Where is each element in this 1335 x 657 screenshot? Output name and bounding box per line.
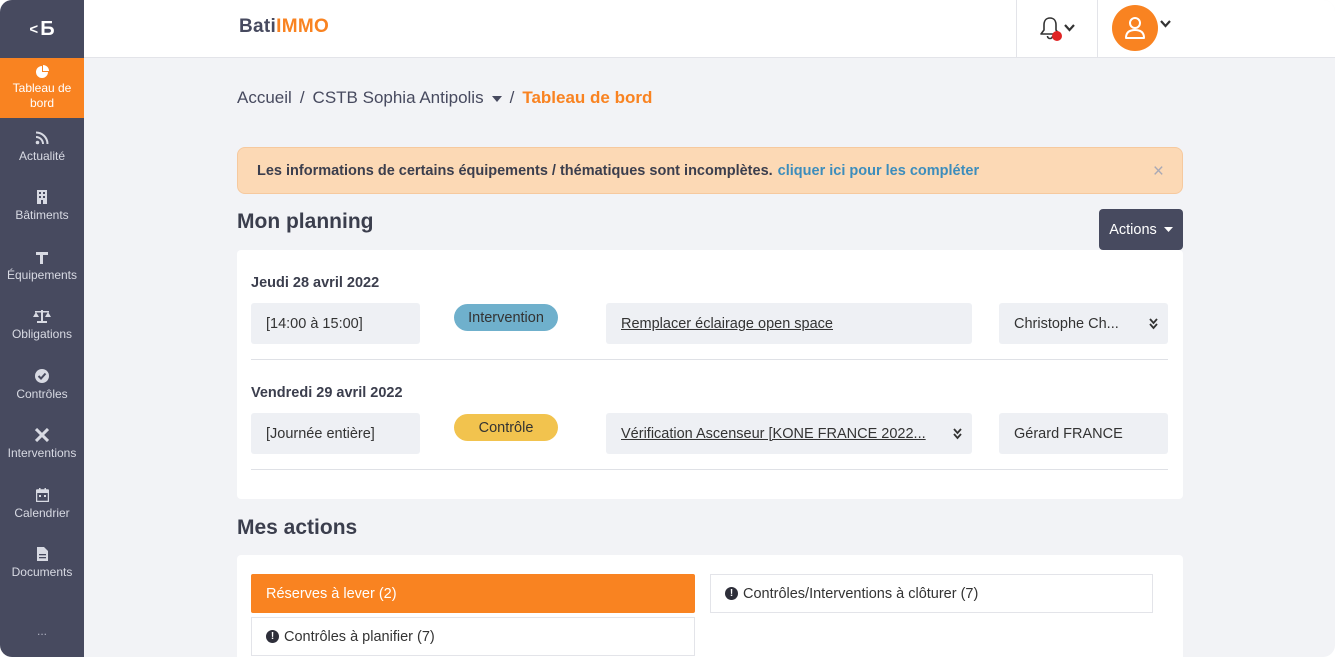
sidebar-item-label: Interventions (7, 446, 77, 461)
document-icon (36, 547, 48, 562)
tools-icon (35, 428, 49, 443)
planning-day-date: Jeudi 28 avril 2022 (251, 275, 380, 291)
breadcrumb-separator: / (509, 88, 515, 107)
building-icon (37, 190, 47, 205)
sidebar-item-label: Obligations (11, 327, 73, 342)
planning-time: [14:00 à 15:00] (251, 303, 420, 344)
sidebar-item-label: Contrôles (16, 386, 68, 401)
actions-label: Actions (1109, 221, 1157, 238)
planning-task-link[interactable]: Remplacer éclairage open space (606, 303, 972, 344)
equipment-icon (36, 251, 48, 264)
planning-card: Jeudi 28 avril 2022 [14:00 à 15:00] Inte… (237, 250, 1183, 499)
planning-assignee: Gérard FRANCE (999, 413, 1168, 454)
sidebar-item-interventions[interactable]: Interventions (0, 415, 84, 475)
intervention-badge: Intervention (454, 304, 558, 331)
header-divider (1016, 0, 1017, 58)
sidebar-item-label: Documents (11, 565, 73, 580)
exclamation-circle-icon: ! (725, 587, 738, 600)
top-header: BatiIMMO (84, 0, 1335, 58)
brand-part1: Bati (239, 16, 277, 37)
balance-scale-icon (33, 310, 51, 324)
sidebar-item-label: Équipements (6, 267, 78, 282)
sidebar-item-label: Bâtiments (15, 208, 69, 223)
sidebar-item-calendrier[interactable]: Calendrier (0, 475, 84, 535)
brand-part2: IMMO (276, 16, 330, 37)
row-divider (251, 359, 1168, 360)
notifications-button[interactable] (1038, 16, 1078, 44)
mes-actions-title: Mes actions (237, 516, 358, 539)
notification-dot (1052, 31, 1062, 41)
sidebar-item-label: Tableau de bord (12, 80, 72, 110)
caret-down-icon[interactable] (491, 95, 502, 102)
planning-title: Mon planning (237, 210, 374, 233)
close-icon[interactable]: × (1153, 161, 1164, 183)
chevrons-down-icon (1149, 318, 1158, 330)
rss-icon (35, 131, 49, 145)
tab-reserves-a-lever[interactable]: Réserves à lever (2) (251, 574, 695, 613)
planning-assignee-select[interactable]: Christophe Ch... (999, 303, 1168, 344)
assignee-name: Christophe Ch... (1014, 315, 1119, 332)
user-icon (1125, 17, 1145, 39)
sidebar-item-tableau-de-bord[interactable]: Tableau de bord (0, 58, 84, 118)
sidebar-more[interactable]: ... (0, 616, 84, 646)
alert-complete-link[interactable]: cliquer ici pour les compléter (778, 163, 979, 179)
planning-task-select[interactable]: Vérification Ascenseur [KONE FRANCE 2022… (606, 413, 972, 454)
exclamation-circle-icon: ! (266, 630, 279, 643)
brand-logo[interactable]: BatiIMMO (239, 16, 329, 38)
app-frame: < Б Tableau de bord Actualité Bâtiments … (0, 0, 1335, 657)
alert-text: Les informations de certains équipements… (257, 162, 773, 179)
sidebar-item-controles[interactable]: Contrôles (0, 356, 84, 416)
sidebar-item-documents[interactable]: Documents (0, 534, 84, 594)
check-circle-icon (35, 368, 49, 383)
planning-task-link[interactable]: Vérification Ascenseur [KONE FRANCE 2022… (621, 426, 926, 442)
pie-chart-icon (36, 64, 49, 78)
sidebar-item-batiments[interactable]: Bâtiments (0, 177, 84, 237)
calendar-icon (35, 487, 49, 502)
sidebar-item-actualite[interactable]: Actualité (0, 118, 84, 178)
planning-time: [Journée entière] (251, 413, 420, 454)
breadcrumb-site[interactable]: CSTB Sophia Antipolis (313, 88, 484, 107)
user-avatar[interactable] (1112, 5, 1158, 51)
mes-actions-card: Réserves à lever (2) ! Contrôles/Interve… (237, 555, 1183, 657)
tab-label: Contrôles à planifier (7) (284, 628, 435, 645)
sidebar-item-equipements[interactable]: Équipements (0, 237, 84, 297)
tab-controles-a-planifier[interactable]: ! Contrôles à planifier (7) (251, 617, 695, 656)
caret-down-icon (1163, 227, 1173, 232)
sidebar: < Б Tableau de bord Actualité Bâtiments … (0, 0, 84, 657)
chevron-left-icon: < (29, 20, 39, 38)
breadcrumb: Accueil / CSTB Sophia Antipolis / Tableau de… (237, 88, 652, 108)
chevrons-down-icon (953, 428, 962, 440)
breadcrumb-home[interactable]: Accueil (237, 88, 292, 107)
sidebar-item-label: Calendrier (14, 505, 70, 520)
tab-label: Contrôles/Interventions à clôturer (7) (743, 585, 979, 602)
user-menu-chevron-icon[interactable] (1160, 20, 1171, 28)
tab-controles-interventions-a-cloturer[interactable]: ! Contrôles/Interventions à clôturer (7) (710, 574, 1153, 613)
app-logo[interactable]: < Б (0, 0, 84, 58)
breadcrumb-separator: / (299, 88, 305, 107)
incomplete-info-alert: Les informations de certains équipements… (237, 147, 1183, 194)
planning-day-date: Vendredi 29 avril 2022 (251, 385, 403, 401)
chevron-down-icon (1064, 24, 1075, 32)
actions-dropdown-button[interactable]: Actions (1099, 209, 1183, 250)
sidebar-item-obligations[interactable]: Obligations (0, 296, 84, 356)
row-divider (251, 469, 1168, 470)
breadcrumb-current: Tableau de bord (522, 88, 653, 107)
logo-letter: Б (40, 17, 55, 40)
header-divider (1097, 0, 1098, 58)
sidebar-item-label: Actualité (18, 148, 66, 163)
controle-badge: Contrôle (454, 414, 558, 441)
